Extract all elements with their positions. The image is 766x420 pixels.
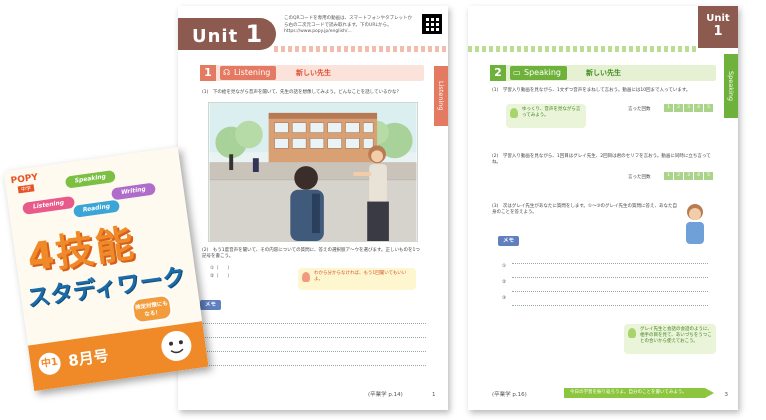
section-name: ▭ Speaking bbox=[510, 66, 567, 80]
teacher-illustration bbox=[686, 204, 704, 244]
count-box[interactable]: 1 bbox=[664, 104, 673, 112]
writing-cloud: Writing bbox=[110, 182, 157, 201]
memo-label: メモ bbox=[200, 300, 222, 310]
side-tab-listening: Listening bbox=[434, 66, 448, 126]
question-1: (1) 下の絵を見ながら音声を聞いて、先生の話を想像してみよう。どんなことを話し… bbox=[202, 90, 401, 95]
answer-label-2: ② bbox=[502, 280, 507, 285]
lightbulb-icon bbox=[628, 328, 636, 338]
section-header: 2 ▭ Speaking 新しい先生 bbox=[490, 65, 716, 81]
answer-slot-2[interactable]: ②（ ） bbox=[210, 274, 232, 280]
spoken-count-boxes[interactable]: 1 2 3 4 5 bbox=[664, 172, 713, 180]
spoken-count-label: 言った回数 bbox=[628, 107, 651, 112]
page-number: 3 bbox=[724, 392, 729, 398]
section-title: 新しい先生 bbox=[586, 69, 621, 77]
count-box[interactable]: 1 bbox=[664, 172, 673, 180]
question-2: (2) 学習入り動画を見ながら、1回目はグレイ先生、2回目は君のセリフを言おう。… bbox=[492, 154, 711, 165]
footer-reference: (卒業学 p.16) bbox=[492, 392, 527, 398]
page-number: 1 bbox=[432, 392, 436, 398]
level-tag: 中学 bbox=[17, 184, 35, 194]
speaking-cloud: Speaking bbox=[64, 169, 116, 189]
listening-cloud: Listening bbox=[22, 195, 76, 215]
count-box[interactable]: 3 bbox=[684, 104, 693, 112]
lightbulb-icon bbox=[510, 108, 518, 118]
unit-number: 1 bbox=[245, 20, 264, 48]
unit-word: Unit bbox=[192, 26, 239, 47]
header-note: このQRコードを専用の動画は、スマートフォンやタブレットから右の二次元コードで読… bbox=[284, 16, 413, 34]
listening-page: Unit 1 このQRコードを専用の動画は、スマートフォンやタブレットから右の二… bbox=[178, 6, 448, 410]
count-box[interactable]: 3 bbox=[684, 172, 693, 180]
unit-word: Unit bbox=[706, 13, 730, 24]
count-box[interactable]: 4 bbox=[694, 172, 703, 180]
count-box[interactable]: 2 bbox=[674, 104, 683, 112]
question-2: (2) もう1度音声を聞いて、その内容についての質問に、答えの選択肢ア〜ウを選び… bbox=[202, 248, 420, 259]
brand-logo: POPY bbox=[10, 172, 39, 187]
count-box[interactable]: 2 bbox=[674, 172, 683, 180]
count-box[interactable]: 5 bbox=[704, 172, 713, 180]
header-wave-divider bbox=[274, 46, 448, 52]
header-wave-divider bbox=[468, 46, 696, 52]
headphones-icon: ☊ bbox=[223, 68, 231, 77]
hint-box: わから分からなければ、もう1回聞いてもいいよ。 bbox=[298, 268, 416, 290]
mascot-icon bbox=[161, 330, 192, 361]
count-box[interactable]: 5 bbox=[704, 104, 713, 112]
memo-label: メモ bbox=[498, 236, 520, 246]
answer-slot-1[interactable]: ①（ ） bbox=[210, 266, 232, 272]
count-box[interactable]: 4 bbox=[694, 104, 703, 112]
unit-tab: Unit 1 bbox=[698, 6, 738, 48]
school-scene-illustration bbox=[208, 102, 418, 242]
question-1: (1) 学習入り動画を見ながら、1文ずつ音声をまねして言おう。動画には10回まで… bbox=[492, 88, 691, 93]
section-header: 1 ☊ Listening 新しい先生 bbox=[200, 65, 424, 81]
speech-bubble-icon: ▭ bbox=[513, 68, 521, 77]
side-tab-speaking: Speaking bbox=[724, 54, 738, 118]
spoken-count-boxes[interactable]: 1 2 3 4 5 bbox=[664, 104, 713, 112]
memo-lines[interactable] bbox=[200, 310, 426, 366]
section-name: ☊ Listening bbox=[220, 66, 277, 80]
hint-box-conversation: グレイ先生と会話の会話のように、相手の目を見て、あいづちをうつことの合いから使え… bbox=[624, 324, 716, 354]
grade-badge: 中1 bbox=[37, 351, 63, 377]
section-number: 2 bbox=[490, 65, 506, 81]
speaking-page: Unit 1 2 ▭ Speaking 新しい先生 Speaking (1) 学… bbox=[468, 6, 738, 410]
exam-badge: 検定対策にもなる！ bbox=[130, 293, 174, 325]
study-booklet-cover: POPY 中学 Speaking Listening Writing Readi… bbox=[3, 146, 209, 392]
issue-month: 8月号 bbox=[67, 346, 110, 371]
unit-number: 1 bbox=[713, 24, 723, 39]
answer-label-1: ① bbox=[502, 264, 507, 269]
spoken-count-label: 言った回数 bbox=[628, 175, 651, 180]
footer-band: 今日の学習を振り返ろうよ。自分のことを書いてみよう。 bbox=[564, 388, 714, 398]
lightbulb-icon bbox=[302, 272, 310, 282]
footer-reference: (卒業学 p.14) bbox=[368, 392, 403, 398]
answer-label-3: ③ bbox=[502, 296, 507, 301]
question-3: (3) 次はグレイ先生があなたに質問をします。①〜③のグレイ先生の質問に答え、あ… bbox=[492, 204, 677, 215]
unit-tab: Unit 1 bbox=[178, 18, 276, 50]
section-title: 新しい先生 bbox=[296, 69, 331, 77]
section-number: 1 bbox=[200, 65, 216, 81]
hint-box-slow: ゆっくり、音声を見ながら言ってみよう。 bbox=[506, 104, 586, 128]
answer-lines[interactable] bbox=[512, 250, 708, 306]
qr-code-icon bbox=[422, 14, 442, 34]
